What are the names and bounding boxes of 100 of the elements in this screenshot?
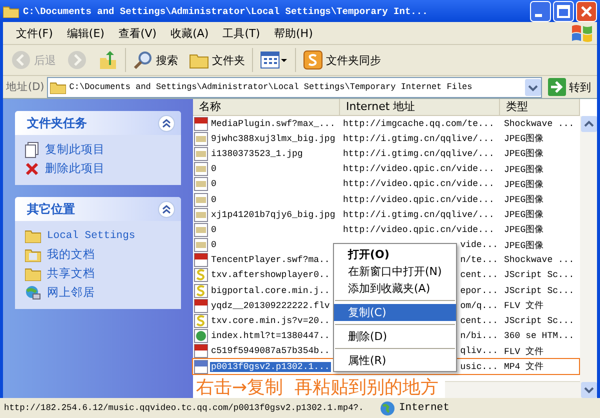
search-button[interactable]: 搜索 <box>129 48 182 72</box>
file-name[interactable]: txv.aftershowplayer0.. <box>210 270 331 280</box>
table-cell-text: JPEG图像 <box>504 132 544 146</box>
annotation-text: 右击→复制 再粘贴到别的地方 <box>196 377 439 399</box>
document-icon <box>25 142 39 158</box>
go-button[interactable]: 转到 <box>545 78 594 96</box>
table-cell: usic... <box>460 362 498 372</box>
file-name[interactable]: 0 <box>210 179 218 190</box>
folders-button[interactable]: 文件夹 <box>185 49 249 71</box>
table-cell: om/q... <box>460 300 498 311</box>
table-cell: http://video.qpic.cn/vide... <box>343 179 494 190</box>
scroll-up-icon[interactable] <box>580 116 596 132</box>
views-icon <box>260 51 288 69</box>
column-header[interactable]: Internet 地址 <box>340 99 500 115</box>
collapse-icon[interactable] <box>158 114 175 132</box>
folder-icon <box>25 266 41 280</box>
table-cell-text: FLV 文件 <box>504 300 544 312</box>
task-link[interactable]: 复制此项目 <box>45 142 105 157</box>
table-cell-text: JPEG图像 <box>504 178 544 191</box>
table-cell: cent... <box>460 270 498 280</box>
task-link[interactable]: 删除此项目 <box>45 161 105 176</box>
table-cell-text: JPEG图像 <box>504 148 544 160</box>
horizontal-scrollbar[interactable] <box>445 381 580 398</box>
file-name[interactable]: xj1p41201b7qjy6_big.jpg <box>210 210 336 220</box>
table-cell: 360 se HTM... <box>504 331 574 342</box>
column-header[interactable]: 名称 <box>193 99 340 115</box>
table-cell: JScript Sc... <box>504 286 574 296</box>
search-icon <box>133 50 153 70</box>
windows-flag-icon <box>571 23 593 43</box>
file-name[interactable]: c519f5949087a57b354b.. <box>210 346 331 356</box>
table-cell-text: JPEG图像 <box>504 224 544 236</box>
table-cell: http://i.gtimg.cn/qqlive/... <box>343 210 494 220</box>
table-cell: n/te... <box>460 255 498 266</box>
file-name[interactable]: yqdz__201309222222.flv <box>210 300 331 311</box>
file-name[interactable]: p0013f0gsv2.p1302.1... <box>210 362 331 372</box>
table-cell: http://video.qpic.cn/vide... <box>343 224 494 235</box>
file-name[interactable]: txv.core.min.js?v=20.. <box>210 316 331 326</box>
maximize-button[interactable] <box>553 0 574 22</box>
menu-item[interactable]: 删除(D) <box>334 328 456 345</box>
task-link[interactable]: 共享文档 <box>47 266 95 281</box>
delete-icon <box>25 162 39 176</box>
collapse-icon[interactable] <box>158 200 175 218</box>
menu-item[interactable]: 复制(C) <box>334 304 456 321</box>
sync-icon <box>303 50 323 70</box>
folder-icon <box>25 228 41 242</box>
table-cell-text: JPEG图像 <box>504 194 544 206</box>
network-icon <box>25 285 41 300</box>
task-link[interactable]: Local Settings <box>47 230 136 242</box>
table-cell-text: JPEG图像 <box>504 164 544 176</box>
task-link[interactable]: 我的文档 <box>47 247 95 262</box>
table-cell-text: FLV 文件 <box>504 346 544 358</box>
panel-title: 文件夹任务 <box>27 114 87 132</box>
table-cell: JScript Sc... <box>504 270 574 280</box>
file-name[interactable]: 0 <box>210 164 218 174</box>
file-name[interactable]: i1380373523_1.jpg <box>210 148 304 159</box>
window-title: C:\Documents and Settings\Administrator\Local Settings\Temporary Int... <box>23 6 429 16</box>
menu-item[interactable]: 工具(T) <box>216 26 267 40</box>
documents-folder-icon <box>25 248 41 262</box>
menu-item[interactable]: 收藏(A) <box>164 26 216 40</box>
menu-item[interactable]: 文件(F) <box>9 26 60 40</box>
file-name[interactable]: bigportal.core.min.j.. <box>210 286 331 296</box>
menu-item[interactable]: 查看(V) <box>111 26 164 40</box>
table-cell: qliv... <box>460 346 498 356</box>
panel-title: 其它位置 <box>27 200 75 218</box>
file-name[interactable]: 0 <box>210 240 218 250</box>
file-name[interactable]: index.html?t=1380447.. <box>210 331 331 342</box>
file-name[interactable]: 0 <box>210 194 218 205</box>
vertical-scrollbar[interactable] <box>580 116 597 398</box>
table-cell-text: JPEG图像 <box>504 208 544 222</box>
table-cell: http://video.qpic.cn/vide... <box>343 164 494 174</box>
task-link[interactable]: 网上邻居 <box>47 285 95 300</box>
menu-item[interactable]: 帮助(H) <box>267 26 320 40</box>
table-cell-text: MP4 文件 <box>504 360 544 374</box>
file-name[interactable]: 9jwhc388xuj3lmx_big.jpg <box>210 134 336 144</box>
table-cell: cent... <box>460 316 498 326</box>
file-name[interactable]: 0 <box>210 224 218 235</box>
menu-item[interactable]: 添加到收藏夹(A) <box>334 280 456 297</box>
menu-item[interactable]: 打开(O) <box>334 246 456 263</box>
minimize-button[interactable] <box>530 0 551 22</box>
up-folder-icon <box>98 50 118 70</box>
folder-icon <box>3 4 19 18</box>
menu-item[interactable]: 在新窗口中打开(N) <box>334 263 456 280</box>
file-name[interactable]: TencentPlayer.swf?ma.. <box>210 255 331 266</box>
menu-item[interactable]: 编辑(E) <box>60 26 112 40</box>
table-cell: epor... <box>460 286 498 296</box>
table-cell: http://i.gtimg.cn/qqlive/... <box>343 134 494 144</box>
table-cell: Shockwave ... <box>504 118 574 129</box>
address-field[interactable]: C:\Documents and Settings\Administrator\Local Settings\Temporary Internet Files <box>47 76 542 98</box>
table-cell: http://imgcache.qq.com/te... <box>343 118 494 129</box>
table-cell: vide... <box>460 240 498 250</box>
folder-icon <box>50 80 66 94</box>
sync-button[interactable]: 文件夹同步 <box>299 48 385 72</box>
table-cell: http://video.qpic.cn/vide... <box>343 194 494 205</box>
table-cell-text: JPEG图像 <box>504 240 544 252</box>
menu-item[interactable]: 属性(R) <box>334 352 456 369</box>
scroll-down-icon[interactable] <box>580 382 596 398</box>
column-header[interactable]: 类型 <box>500 99 580 115</box>
table-cell: Shockwave ... <box>504 255 574 266</box>
file-name[interactable]: MediaPlugin.swf?max_... <box>210 118 336 129</box>
close-button[interactable] <box>576 0 597 22</box>
